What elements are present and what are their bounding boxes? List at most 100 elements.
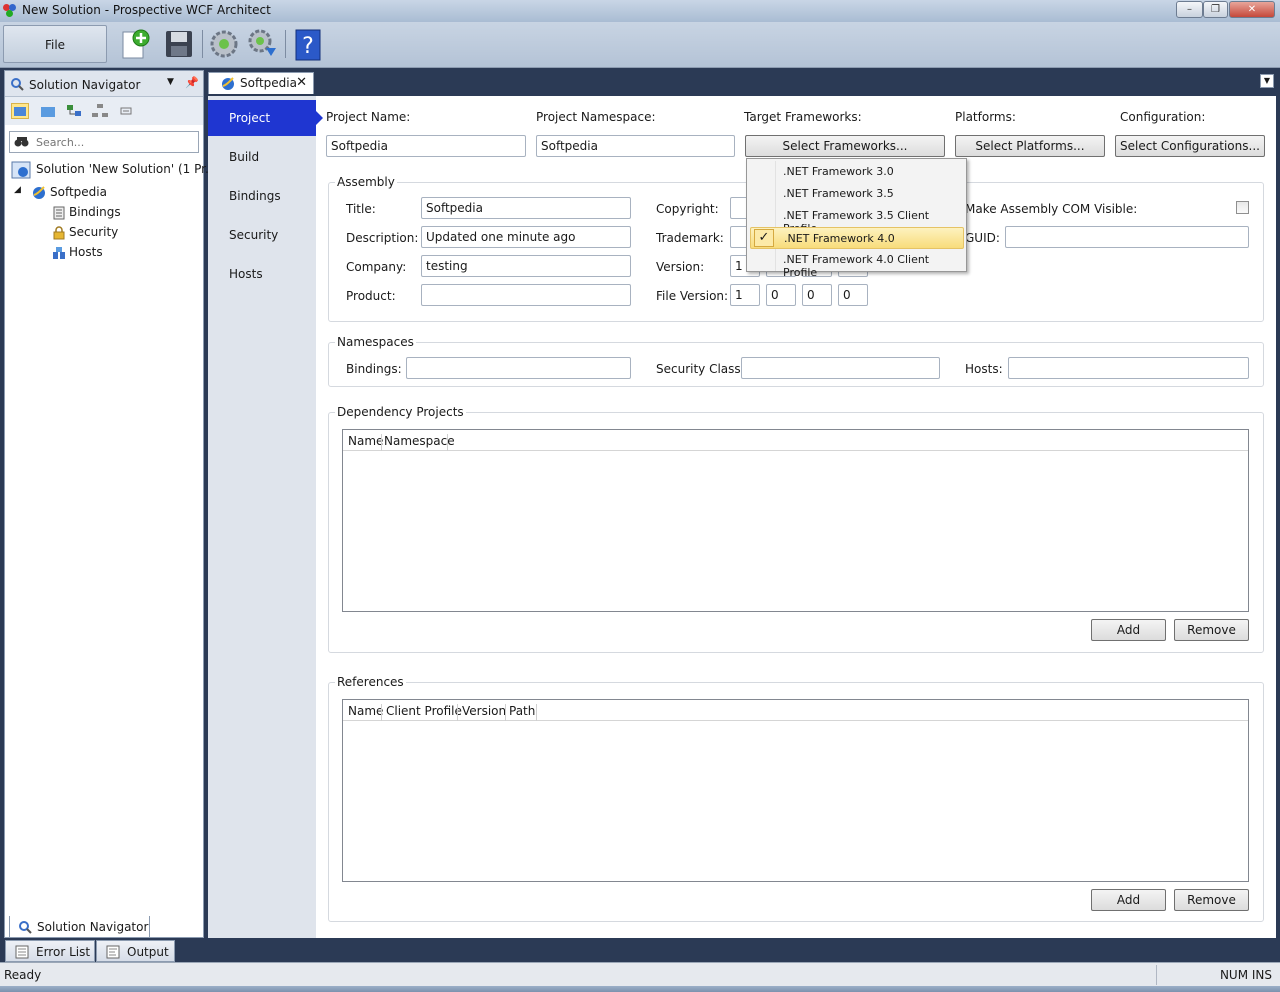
description-field[interactable]: Updated one minute ago (421, 226, 631, 248)
framework-item-4-0[interactable]: ✓ .NET Framework 4.0 (750, 227, 964, 249)
new-item-icon[interactable] (117, 26, 153, 62)
select-configurations-button[interactable]: Select Configurations... (1115, 135, 1265, 157)
build-icon[interactable] (206, 26, 242, 62)
project-namespace-field[interactable]: Softpedia (536, 135, 735, 157)
platforms-label: Platforms: (955, 110, 1016, 124)
menu-gutter (775, 161, 776, 183)
references-remove-button[interactable]: Remove (1174, 889, 1249, 911)
file-version-major-field[interactable]: 1 (730, 284, 760, 306)
status-bar: Ready NUM INS (0, 962, 1280, 986)
ns-hosts-label: Hosts: (965, 362, 1003, 376)
column-divider[interactable] (447, 434, 448, 451)
column-header-version[interactable]: Version (462, 704, 506, 718)
references-add-button[interactable]: Add (1091, 889, 1166, 911)
tree-item-bindings[interactable]: Bindings (69, 205, 121, 219)
file-version-label: File Version: (656, 289, 729, 303)
product-label: Product: (346, 289, 396, 303)
column-header-path[interactable]: Path (509, 704, 535, 718)
dependency-add-button[interactable]: Add (1091, 619, 1166, 641)
document-tabstrip: Softpedia ✕ ▼ (208, 70, 1276, 94)
project-name-label: Project Name: (326, 110, 411, 124)
project-globe-icon (221, 77, 235, 91)
framework-item-3-0[interactable]: .NET Framework 3.0 (750, 161, 964, 183)
tree-view-icon[interactable] (65, 103, 83, 119)
configuration-label: Configuration: (1120, 110, 1206, 124)
pin-icon[interactable]: 📌 (185, 76, 199, 89)
restore-button[interactable]: ❐ (1203, 1, 1228, 18)
sidenav-security[interactable]: Security (208, 217, 316, 253)
keyboard-status: NUM INS (1219, 968, 1272, 982)
sidenav-bindings[interactable]: Bindings (208, 178, 316, 214)
close-window-button[interactable]: ✕ (1229, 1, 1275, 18)
tab-softpedia[interactable]: Softpedia ✕ (208, 72, 314, 94)
collapse-icon[interactable] (117, 103, 135, 119)
solution-view-icon[interactable] (11, 103, 29, 119)
ns-bindings-field[interactable] (406, 357, 631, 379)
sidenav-project[interactable]: Project (208, 100, 323, 136)
file-menu-button[interactable]: File (3, 25, 107, 63)
dependency-projects-title: Dependency Projects (335, 405, 466, 419)
chevron-down-icon[interactable]: ▼ (167, 77, 174, 87)
error-list-tab[interactable]: Error List (5, 940, 95, 962)
expander-icon[interactable]: ◢ (14, 185, 21, 195)
sidenav-build[interactable]: Build (208, 139, 316, 175)
grid-header: Name Client Profile Version Path (343, 700, 1248, 721)
framework-item-4-0-client[interactable]: .NET Framework 4.0 Client Profile (750, 249, 964, 279)
product-field[interactable] (421, 284, 631, 306)
project-namespace-label: Project Namespace: (536, 110, 656, 124)
select-frameworks-button[interactable]: Select Frameworks... (745, 135, 945, 157)
column-divider[interactable] (381, 704, 382, 721)
dependency-projects-grid[interactable]: Name Namespace (342, 429, 1249, 612)
company-field[interactable]: testing (421, 255, 631, 277)
framework-item-3-5[interactable]: .NET Framework 3.5 (750, 183, 964, 205)
help-icon[interactable]: ? (290, 26, 326, 62)
column-divider[interactable] (536, 704, 537, 721)
tree-item-security[interactable]: Security (69, 225, 118, 239)
error-list-icon (15, 945, 29, 959)
close-tab-icon[interactable]: ✕ (296, 75, 307, 90)
references-grid[interactable]: Name Client Profile Version Path (342, 699, 1249, 882)
minimize-button[interactable]: – (1176, 1, 1203, 18)
framework-item-3-5-client[interactable]: .NET Framework 3.5 Client Profile (750, 205, 964, 235)
column-divider[interactable] (457, 704, 458, 721)
column-divider[interactable] (381, 434, 382, 451)
hierarchy-icon[interactable] (91, 103, 109, 119)
guid-field[interactable] (1005, 226, 1249, 248)
file-version-build-field[interactable]: 0 (802, 284, 832, 306)
tab-list-chevron-icon[interactable]: ▼ (1260, 74, 1274, 88)
sidenav-hosts[interactable]: Hosts (208, 256, 316, 292)
check-icon: ✓ (754, 229, 774, 247)
ns-bindings-label: Bindings: (346, 362, 402, 376)
tree-item-hosts[interactable]: Hosts (69, 245, 103, 259)
ns-security-class-field[interactable] (741, 357, 940, 379)
dependency-remove-button[interactable]: Remove (1174, 619, 1249, 641)
file-version-minor-field[interactable]: 0 (766, 284, 796, 306)
binoculars-icon (14, 135, 29, 149)
trademark-label: Trademark: (656, 231, 724, 245)
tab-label: Softpedia (240, 76, 297, 90)
output-tab[interactable]: Output (96, 940, 175, 962)
column-divider[interactable] (505, 704, 506, 721)
tree-item-project[interactable]: Softpedia (50, 185, 107, 199)
assembly-title-field[interactable]: Softpedia (421, 197, 631, 219)
select-platforms-button[interactable]: Select Platforms... (955, 135, 1105, 157)
project-name-field[interactable]: Softpedia (326, 135, 526, 157)
search-input[interactable] (36, 134, 194, 150)
toolbar: File ? (0, 22, 1280, 68)
column-header-namespace[interactable]: Namespace (384, 434, 455, 448)
solution-navigator-tab[interactable]: Solution Navigator (9, 916, 150, 938)
deploy-icon[interactable] (244, 26, 280, 62)
toolbar-separator (285, 30, 286, 58)
ns-hosts-field[interactable] (1008, 357, 1249, 379)
tree-item-solution[interactable]: Solution 'New Solution' (1 Pr... (36, 162, 216, 176)
grid-header: Name Namespace (343, 430, 1248, 451)
folder-view-icon[interactable] (39, 103, 57, 119)
column-header-name[interactable]: Name (348, 434, 383, 448)
save-icon[interactable] (161, 26, 197, 62)
column-header-name[interactable]: Name (348, 704, 383, 718)
navigator-search[interactable] (9, 131, 199, 153)
file-version-revision-field[interactable]: 0 (838, 284, 868, 306)
column-header-client-profile[interactable]: Client Profile (386, 704, 462, 718)
com-visible-checkbox[interactable] (1236, 201, 1249, 214)
svg-text:?: ? (302, 34, 314, 59)
